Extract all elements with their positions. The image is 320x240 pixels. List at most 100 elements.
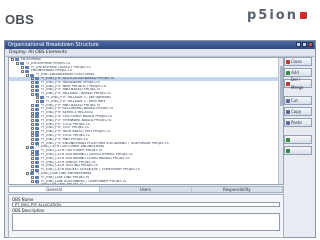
expand-toggle-icon[interactable] (31, 141, 34, 145)
move-down-button[interactable] (284, 146, 312, 155)
button-label: Del / Merge (291, 76, 304, 90)
expand-toggle-icon[interactable] (31, 176, 34, 180)
tab-users[interactable]: Users (100, 187, 192, 192)
delete-button[interactable]: Del / Merge (284, 77, 312, 90)
add-icon (286, 70, 290, 75)
scrollbar-thumb[interactable] (279, 66, 283, 106)
obs-node-icon (35, 122, 39, 126)
obs-node-icon (35, 153, 39, 157)
paste-button[interactable]: Paste (284, 118, 312, 127)
tree-row[interactable]: PT_ENG_LNE LINE PROJECTS (9, 183, 283, 184)
obs-node-icon (25, 69, 29, 73)
close-icon (286, 59, 290, 64)
cut-button[interactable]: Cut (284, 96, 312, 105)
button-label: Paste (291, 119, 302, 125)
obs-node-icon (35, 81, 39, 85)
expand-toggle-icon[interactable] (31, 115, 34, 119)
logo-dot-icon (300, 12, 307, 19)
obs-node-icon (35, 164, 39, 168)
expand-toggle-icon[interactable] (26, 145, 29, 149)
expand-toggle-icon[interactable] (31, 164, 34, 168)
expand-toggle-icon[interactable] (31, 130, 34, 134)
close-button[interactable]: Close (284, 57, 312, 66)
obs-window: Organizational Breakdown Structure Displ… (4, 40, 316, 238)
expand-toggle-icon[interactable] (26, 183, 29, 184)
obs-node-icon (35, 138, 39, 142)
obs-description-field[interactable] (12, 213, 280, 231)
tree-row-label: PT_ENG_LNE LINE PROJECTS (36, 183, 84, 184)
expand-toggle-icon[interactable] (31, 134, 34, 138)
expand-toggle-icon[interactable] (31, 119, 34, 123)
expand-toggle-icon[interactable] (16, 62, 19, 66)
obs-tree[interactable]: ENTERPRISE PT_ENTERPRISE PROJECTS PT_ENTER… (8, 57, 284, 185)
window-titlebar: Organizational Breakdown Structure (5, 41, 315, 49)
display-filter[interactable]: Display: All OBS Elements (5, 49, 315, 57)
detail-tabs: General Users Responsibility (8, 186, 284, 193)
action-buttons: Close Add Del / Merge Cut Copy Paste (284, 57, 312, 157)
obs-name-field[interactable]: PT_ENG_PTF ALLOCATION (12, 202, 280, 207)
expand-toggle-icon[interactable] (31, 122, 34, 126)
expand-toggle-icon[interactable] (31, 84, 34, 88)
expand-toggle-icon[interactable] (31, 153, 34, 157)
obs-node-icon (35, 111, 39, 115)
expand-toggle-icon[interactable] (31, 88, 34, 92)
expand-toggle-icon[interactable] (36, 100, 39, 104)
expand-toggle-icon[interactable] (31, 168, 34, 172)
window-controls (296, 42, 313, 47)
expand-toggle-icon[interactable] (31, 81, 34, 85)
tab-general[interactable]: General (9, 187, 101, 192)
obs-node-icon (30, 172, 34, 176)
expand-toggle-icon[interactable] (36, 96, 39, 100)
slide-title: OBS (5, 12, 35, 27)
window-close-icon[interactable] (308, 42, 313, 47)
obs-node-icon (35, 157, 39, 161)
move-up-icon (286, 137, 290, 142)
tab-responsibility[interactable]: Responsibility (192, 187, 283, 192)
expand-toggle-icon[interactable] (31, 138, 34, 142)
expand-toggle-icon[interactable] (11, 58, 14, 62)
obs-node-icon (15, 58, 19, 62)
expand-toggle-icon[interactable] (31, 92, 34, 96)
brand-logo: p5ion (247, 8, 298, 23)
expand-toggle-icon[interactable] (26, 172, 29, 176)
maximize-icon[interactable] (302, 42, 307, 47)
button-label: Copy (291, 108, 302, 114)
move-up-button[interactable] (284, 135, 312, 144)
button-label: Cut (291, 97, 298, 103)
obs-node-icon (35, 126, 39, 130)
obs-node-icon (30, 145, 34, 149)
tree-scrollbar[interactable] (278, 58, 283, 184)
cut-icon (286, 98, 290, 103)
obs-node-icon (35, 103, 39, 107)
button-label: Close (291, 58, 302, 64)
obs-node-icon (35, 115, 39, 119)
expand-toggle-icon[interactable] (31, 77, 34, 81)
obs-node-icon (20, 62, 24, 66)
obs-node-icon (35, 176, 39, 180)
expand-toggle-icon[interactable] (21, 65, 24, 69)
expand-toggle-icon[interactable] (31, 160, 34, 164)
copy-button[interactable]: Copy (284, 107, 312, 116)
obs-node-icon (35, 92, 39, 96)
paste-icon (286, 120, 290, 125)
expand-toggle-icon[interactable] (21, 69, 24, 73)
obs-node-icon (35, 119, 39, 123)
expand-toggle-icon[interactable] (31, 103, 34, 107)
expand-toggle-icon[interactable] (31, 179, 34, 183)
obs-node-icon (40, 96, 44, 100)
minimize-icon[interactable] (296, 42, 301, 47)
expand-toggle-icon[interactable] (26, 73, 29, 77)
obs-node-icon (35, 107, 39, 111)
obs-node-icon (35, 84, 39, 88)
obs-node-icon (35, 130, 39, 134)
display-filter-label: Display: All OBS Elements (9, 50, 68, 55)
expand-toggle-icon[interactable] (31, 111, 34, 115)
obs-node-icon (35, 77, 39, 81)
window-title: Organizational Breakdown Structure (8, 42, 99, 48)
expand-toggle-icon[interactable] (31, 126, 34, 130)
expand-toggle-icon[interactable] (31, 149, 34, 153)
expand-toggle-icon[interactable] (31, 157, 34, 161)
obs-node-icon (35, 160, 39, 164)
obs-node-icon (30, 73, 34, 77)
expand-toggle-icon[interactable] (31, 107, 34, 111)
